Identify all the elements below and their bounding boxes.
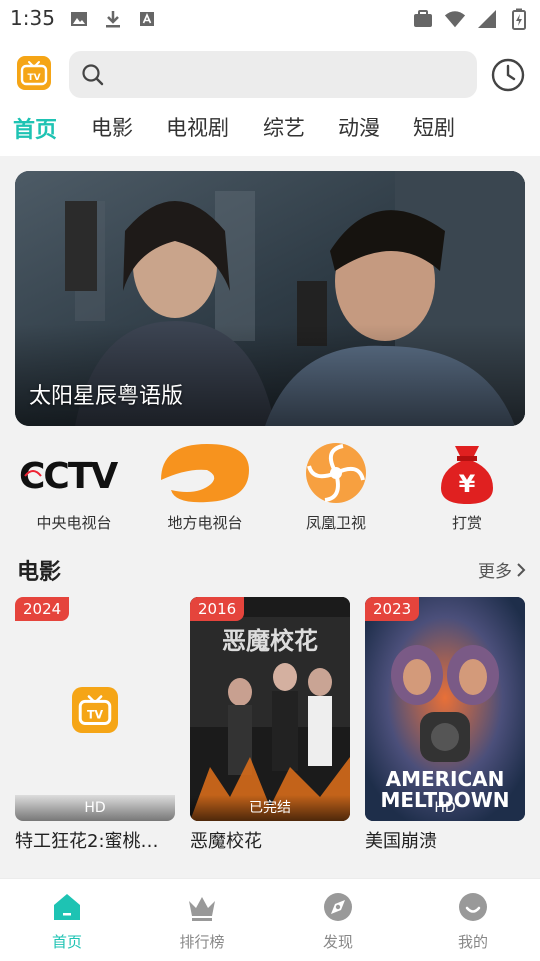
channel-phoenix[interactable]: 凤凰卫视 bbox=[276, 436, 396, 536]
tab-tv-series[interactable]: 电视剧 bbox=[166, 112, 229, 142]
local-tv-icon bbox=[161, 444, 249, 503]
briefcase-icon bbox=[412, 8, 434, 30]
status-badge: 已完结 bbox=[190, 795, 350, 821]
svg-text:CCTV: CCTV bbox=[19, 456, 118, 496]
poster-title-text: 恶魔校花 bbox=[222, 627, 318, 655]
nav-label: 发现 bbox=[322, 933, 353, 951]
tab-variety[interactable]: 综艺 bbox=[263, 112, 305, 142]
status-bar: 1:35 bbox=[0, 0, 540, 36]
home-icon bbox=[54, 894, 80, 920]
section-title-movies: 电影 bbox=[17, 560, 62, 585]
channel-shortcuts: CCTV 中央电视台 地方电视台 凤凰卫视 ¥ 打赏 bbox=[0, 436, 540, 536]
download-icon bbox=[102, 8, 124, 30]
tab-short-drama[interactable]: 短剧 bbox=[413, 112, 455, 142]
channel-cctv[interactable]: CCTV 中央电视台 bbox=[14, 436, 134, 536]
quality-badge: HD bbox=[434, 800, 456, 816]
image-icon bbox=[68, 8, 90, 30]
chevron-right-icon bbox=[517, 562, 526, 577]
app-logo-tv-icon[interactable]: TV bbox=[17, 56, 51, 90]
nav-home[interactable]: 首页 bbox=[17, 889, 117, 959]
search-input[interactable] bbox=[117, 51, 461, 100]
battery-charging-icon bbox=[508, 8, 530, 30]
banner-title: 太阳星辰粤语版 bbox=[29, 384, 184, 409]
nav-profile[interactable]: 我的 bbox=[423, 889, 523, 959]
movie-poster: 恶魔校花 2016 已完结 bbox=[190, 597, 350, 821]
search-bar[interactable] bbox=[69, 51, 477, 100]
nav-ranking[interactable]: 排行榜 bbox=[152, 889, 252, 959]
status-system-icons bbox=[412, 8, 530, 30]
status-time: 1:35 bbox=[10, 6, 55, 30]
wifi-icon bbox=[444, 8, 466, 30]
money-bag-icon: ¥ bbox=[441, 446, 493, 504]
smiley-icon bbox=[459, 893, 487, 921]
history-clock-icon[interactable] bbox=[491, 58, 525, 92]
svg-text:TV: TV bbox=[87, 709, 104, 722]
placeholder-tv-icon: TV bbox=[72, 687, 118, 733]
nav-label: 排行榜 bbox=[179, 933, 225, 951]
tab-anime[interactable]: 动漫 bbox=[338, 112, 380, 142]
signal-icon bbox=[476, 8, 498, 30]
svg-text:TV: TV bbox=[27, 73, 40, 83]
movie-title: 恶魔校花 bbox=[190, 831, 262, 852]
nav-label: 首页 bbox=[51, 933, 82, 951]
movie-poster: TV 2024 HD bbox=[15, 597, 175, 821]
nav-label: 我的 bbox=[457, 933, 488, 951]
movie-title: 美国崩溃 bbox=[365, 831, 437, 852]
more-label: 更多 bbox=[478, 562, 512, 582]
movie-card[interactable]: AMERICAN MELTDOWN 2023 HD 美国崩溃 bbox=[365, 597, 525, 853]
bottom-navigation: 首页 排行榜 发现 我的 bbox=[0, 878, 540, 961]
movie-poster: AMERICAN MELTDOWN 2023 HD bbox=[365, 597, 525, 821]
channel-label: 凤凰卫视 bbox=[305, 514, 366, 532]
svg-text:¥: ¥ bbox=[459, 470, 476, 498]
channel-tip[interactable]: ¥ 打赏 bbox=[407, 436, 527, 536]
discover-compass-icon bbox=[324, 893, 352, 921]
nav-discover[interactable]: 发现 bbox=[288, 889, 388, 959]
channel-label: 中央电视台 bbox=[36, 514, 112, 532]
tab-movies[interactable]: 电影 bbox=[91, 112, 133, 142]
featured-banner[interactable]: 太阳星辰粤语版 bbox=[15, 171, 525, 426]
status-notification-icons bbox=[68, 8, 158, 30]
cctv-logo-icon: CCTV bbox=[19, 456, 120, 496]
tab-home[interactable]: 首页 bbox=[13, 112, 57, 144]
channel-label: 打赏 bbox=[451, 514, 482, 532]
year-badge: 2024 bbox=[15, 597, 70, 621]
year-badge: 2023 bbox=[365, 597, 420, 621]
quality-badge: HD bbox=[15, 795, 175, 821]
header: TV 首页 电影 电视剧 综艺 动漫 短剧 bbox=[0, 36, 540, 156]
crown-icon bbox=[189, 897, 215, 921]
more-button[interactable]: 更多 bbox=[478, 557, 526, 582]
movie-title: 特工狂花2:蜜桃… bbox=[15, 831, 159, 852]
channel-label: 地方电视台 bbox=[167, 514, 243, 532]
movie-card[interactable]: 恶魔校花 2016 已完结 恶魔校花 bbox=[190, 597, 350, 853]
phoenix-tv-icon bbox=[306, 443, 366, 503]
search-icon bbox=[81, 63, 105, 91]
font-icon bbox=[136, 8, 158, 30]
movie-card[interactable]: TV 2024 HD 特工狂花2:蜜桃… bbox=[15, 597, 175, 853]
year-badge: 2016 bbox=[190, 597, 245, 621]
channel-local-tv[interactable]: 地方电视台 bbox=[145, 436, 265, 536]
